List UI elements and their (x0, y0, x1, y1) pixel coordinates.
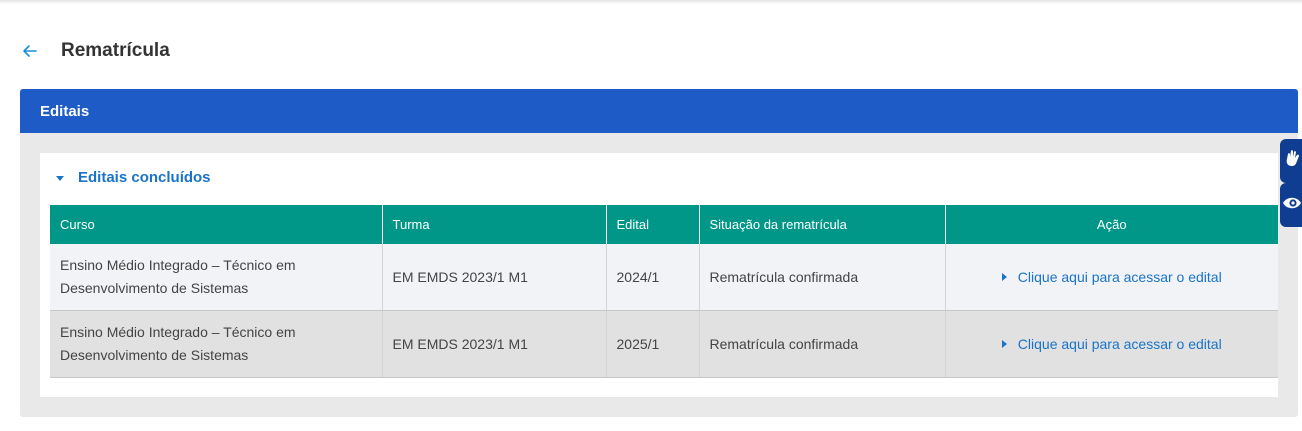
cell-edital: 2025/1 (606, 310, 700, 378)
cell-turma: EM EMDS 2023/1 M1 (382, 244, 607, 311)
caret-right-icon (1001, 340, 1007, 349)
cell-edital: 2024/1 (606, 244, 700, 311)
access-edital-label: Clique aqui para acessar o edital (1017, 335, 1222, 352)
caret-right-icon (1001, 273, 1007, 282)
low-vision-widget-button[interactable] (1280, 183, 1302, 227)
editais-panel: Editais Editais concluídos Curso Turma E… (20, 89, 1298, 417)
table-row: Ensino Médio Integrado – Técnico em Dese… (50, 244, 1278, 311)
hand-sign-icon (1282, 148, 1302, 175)
column-header-situacao: Situação da rematrícula (699, 205, 946, 244)
table-row: Ensino Médio Integrado – Técnico em Dese… (50, 310, 1278, 378)
cell-acao: Clique aqui para acessar o edital (945, 310, 1278, 378)
panel-header-title: Editais (40, 102, 90, 120)
editais-table: Curso Turma Edital Situação da rematrícu… (50, 205, 1278, 378)
column-header-edital: Edital (606, 205, 700, 244)
cell-situacao: Rematrícula confirmada (699, 244, 946, 311)
column-header-turma: Turma (382, 205, 607, 244)
access-edital-link[interactable]: Clique aqui para acessar o edital (1001, 266, 1222, 289)
panel-header: Editais (20, 89, 1298, 133)
table-header-row: Curso Turma Edital Situação da rematrícu… (50, 205, 1278, 244)
top-bar-shadow (0, 0, 1302, 4)
cell-curso: Ensino Médio Integrado – Técnico em Dese… (50, 244, 383, 311)
cell-acao: Clique aqui para acessar o edital (945, 244, 1278, 311)
access-edital-link[interactable]: Clique aqui para acessar o edital (1001, 333, 1222, 356)
page-title: Rematrícula (61, 40, 170, 61)
access-edital-label: Clique aqui para acessar o edital (1017, 268, 1222, 285)
page-header: Rematrícula (20, 36, 170, 66)
caret-down-icon (56, 176, 64, 181)
sign-language-widget-button[interactable] (1280, 139, 1302, 183)
back-arrow-icon[interactable] (20, 41, 40, 61)
cell-situacao: Rematrícula confirmada (699, 310, 946, 378)
cell-turma: EM EMDS 2023/1 M1 (382, 310, 607, 378)
accordion-title: Editais concluídos (78, 168, 211, 186)
cell-curso: Ensino Médio Integrado – Técnico em Dese… (50, 310, 383, 378)
column-header-curso: Curso (50, 205, 383, 244)
panel-body: Editais concluídos Curso Turma Edital Si… (40, 153, 1278, 397)
eye-icon (1282, 193, 1302, 218)
column-header-acao: Ação (945, 205, 1278, 244)
editais-concluidos-toggle[interactable]: Editais concluídos (56, 167, 211, 187)
